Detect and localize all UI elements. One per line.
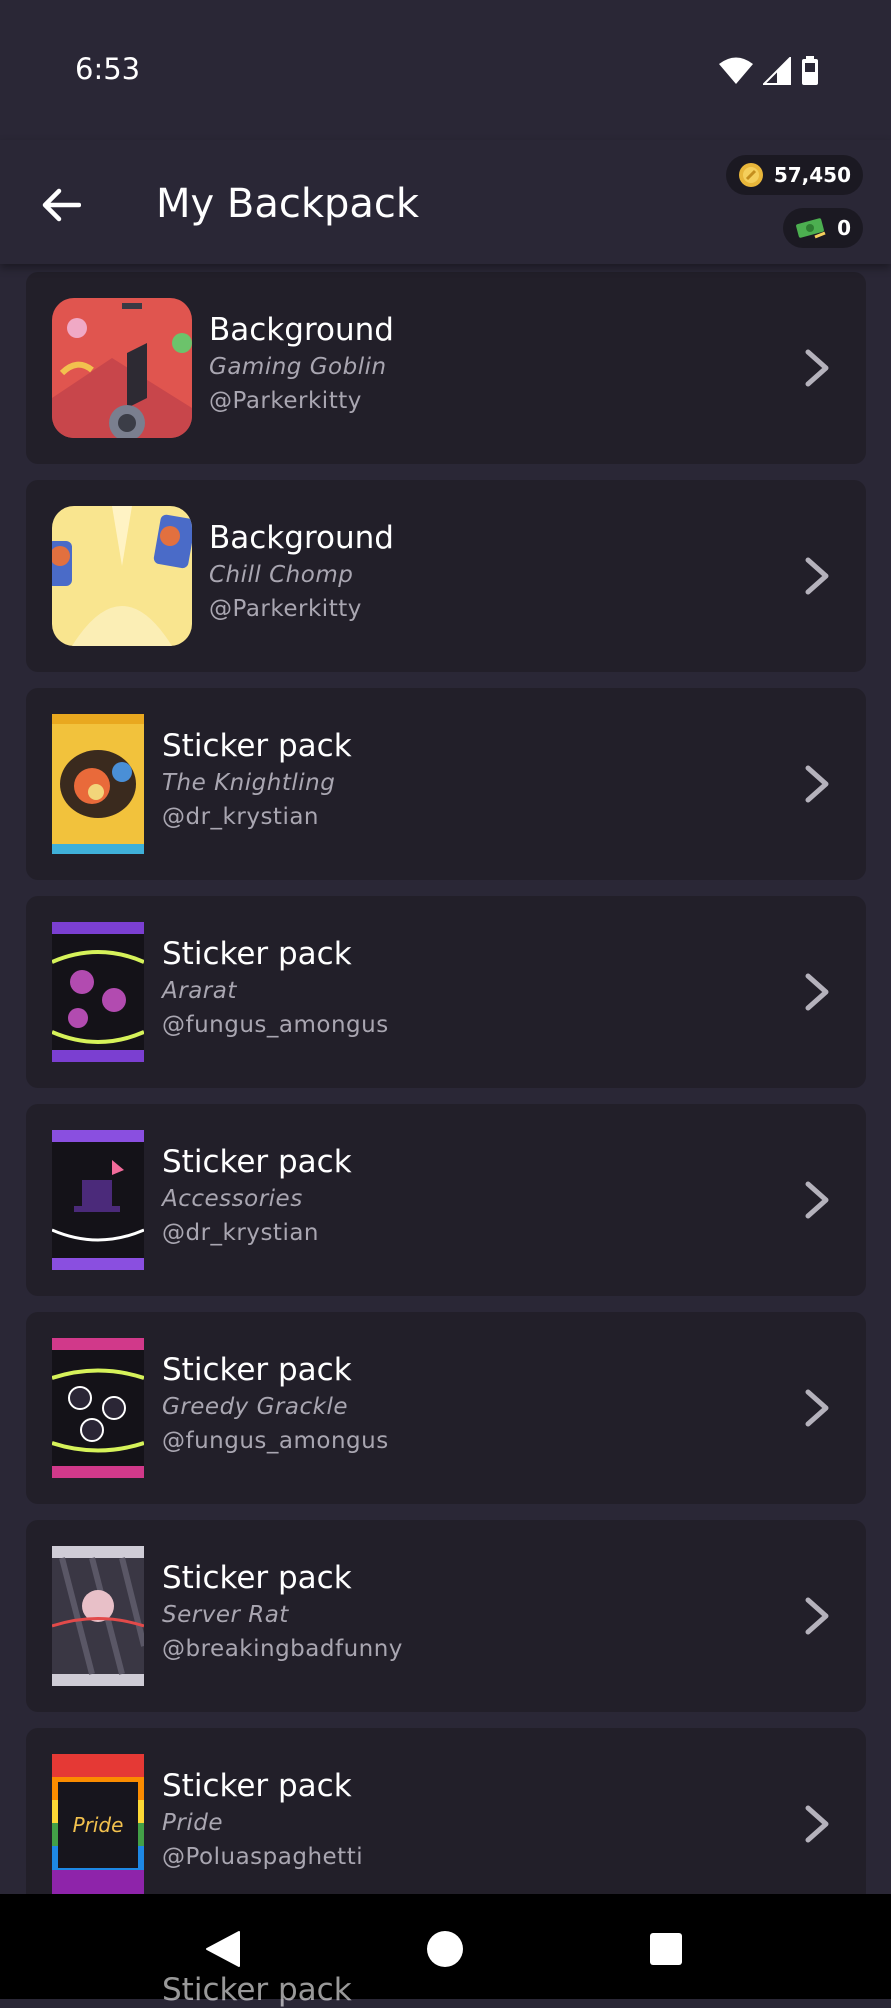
item-type: Sticker pack <box>162 1768 352 1804</box>
chevron-right-icon <box>805 349 829 387</box>
item-name: Accessories <box>162 1186 303 1212</box>
sticker-pack-thumbnail <box>52 714 144 854</box>
sticker-pack-thumbnail: Pride <box>52 1754 144 1894</box>
chevron-right-icon <box>805 1597 829 1635</box>
item-name: Gaming Goblin <box>209 354 387 380</box>
svg-text:Pride: Pride <box>73 1813 124 1837</box>
item-type: Background <box>209 520 394 556</box>
item-author: @Parkerkitty <box>209 388 362 414</box>
app-bar: My Backpack 57,450 0 <box>0 140 891 264</box>
coin-icon <box>738 163 763 187</box>
list-item[interactable]: Sticker pack Ararat @fungus_amongus <box>26 896 866 1088</box>
item-type: Sticker pack <box>162 728 352 764</box>
item-author: @dr_krystian <box>162 804 320 830</box>
item-author: @fungus_amongus <box>162 1012 389 1038</box>
chevron-right-icon <box>805 973 829 1011</box>
chevron-right-icon <box>805 557 829 595</box>
item-type: Background <box>209 312 394 348</box>
item-type: Sticker pack <box>162 1352 352 1388</box>
peek-item-title: Sticker pack <box>162 1972 352 2008</box>
sticker-pack-thumbnail <box>52 1546 144 1686</box>
list-item[interactable]: Sticker pack Server Rat @breakingbadfunn… <box>26 1520 866 1712</box>
chevron-right-icon <box>805 765 829 803</box>
item-name: Server Rat <box>162 1602 289 1628</box>
background-thumbnail <box>52 298 192 438</box>
battery-icon <box>802 56 818 85</box>
cash-badge[interactable]: 0 <box>783 208 863 248</box>
nav-back-button[interactable] <box>198 1924 248 1974</box>
coins-amount: 57,450 <box>773 163 851 187</box>
item-author: @Poluaspaghetti <box>162 1844 364 1870</box>
chevron-right-icon <box>805 1805 829 1843</box>
list-item[interactable]: Pride Sticker pack Pride @Poluaspaghetti <box>26 1728 866 1894</box>
chevron-right-icon <box>805 1181 829 1219</box>
backpack-list[interactable]: Background Gaming Goblin @Parkerkitty Ba… <box>0 264 891 1894</box>
nav-recents-button[interactable] <box>641 1924 691 1974</box>
list-item[interactable]: Sticker pack Accessories @dr_krystian <box>26 1104 866 1296</box>
chevron-right-icon <box>805 1389 829 1427</box>
status-icons <box>719 56 819 86</box>
background-thumbnail <box>52 506 192 646</box>
list-item[interactable]: Sticker pack The Knightling @dr_krystian <box>26 688 866 880</box>
item-name: Greedy Grackle <box>162 1394 348 1420</box>
cash-amount: 0 <box>837 216 851 240</box>
item-type: Sticker pack <box>162 1144 352 1180</box>
coins-badge[interactable]: 57,450 <box>725 155 863 195</box>
system-nav-bar <box>0 1894 891 1999</box>
item-author: @fungus_amongus <box>162 1428 389 1454</box>
arrow-left-icon <box>42 188 81 222</box>
nav-home-button[interactable] <box>420 1924 470 1974</box>
item-name: The Knightling <box>162 770 336 796</box>
item-name: Pride <box>162 1810 223 1836</box>
sticker-pack-thumbnail <box>52 922 144 1062</box>
list-item[interactable]: Background Chill Chomp @Parkerkitty <box>26 480 866 672</box>
signal-icon <box>763 57 791 85</box>
nav-home-icon <box>427 1931 463 1967</box>
wifi-icon <box>719 57 753 84</box>
cash-icon <box>796 218 826 239</box>
item-name: Chill Chomp <box>209 562 354 588</box>
nav-recents-icon <box>650 1933 682 1965</box>
sticker-pack-thumbnail <box>52 1130 144 1270</box>
back-button[interactable] <box>36 180 86 230</box>
status-time: 6:53 <box>75 52 141 86</box>
status-bar: 6:53 <box>0 0 891 140</box>
item-name: Ararat <box>162 978 237 1004</box>
item-type: Sticker pack <box>162 936 352 972</box>
item-author: @dr_krystian <box>162 1220 320 1246</box>
list-item[interactable]: Background Gaming Goblin @Parkerkitty <box>26 272 866 464</box>
sticker-pack-thumbnail <box>52 1338 144 1478</box>
list-item[interactable]: Sticker pack Greedy Grackle @fungus_amon… <box>26 1312 866 1504</box>
nav-back-icon <box>206 1931 240 1967</box>
item-author: @Parkerkitty <box>209 596 362 622</box>
page-title: My Backpack <box>156 181 420 227</box>
item-author: @breakingbadfunny <box>162 1636 403 1662</box>
item-type: Sticker pack <box>162 1560 352 1596</box>
